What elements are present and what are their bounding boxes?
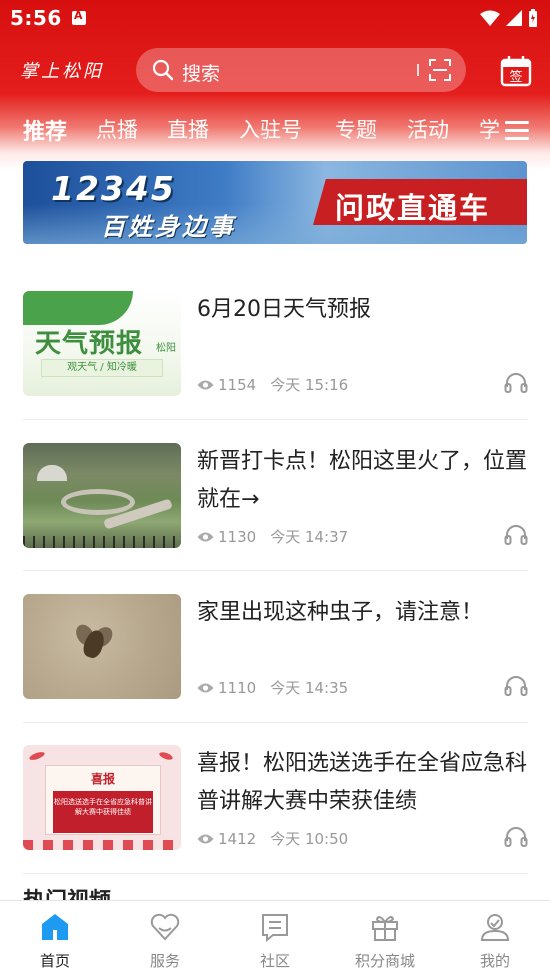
news-title: 喜报！松阳选送选手在全省应急科普讲解大赛中荣获佳绩 (197, 751, 528, 814)
news-thumbnail: 天气预报 松阳 观天气 / 知冷暖 (23, 291, 181, 396)
channel-tabs: 推荐 点播 直播 入驻号 专题 活动 学 (0, 114, 550, 150)
leaf-graphic (23, 291, 133, 325)
signal-icon (506, 10, 522, 26)
tab-live[interactable]: 直播 (167, 114, 209, 144)
banner-number: 12345 (51, 169, 176, 208)
list-divider (23, 722, 528, 723)
nav-community[interactable]: 社区 (220, 901, 330, 979)
tent-graphic (37, 465, 67, 481)
news-views: 1154 (218, 375, 257, 394)
sign-in-calendar-button[interactable]: 签 (500, 55, 532, 87)
news-title: 6月20日天气预报 (197, 297, 371, 322)
wifi-icon (480, 10, 500, 26)
thumb-award-body: 松阳选送选手在全省应急科普讲解大赛中获得佳绩 (53, 791, 153, 833)
news-time: 今天 10:50 (270, 830, 349, 848)
news-item[interactable]: 天气预报 松阳 观天气 / 知冷暖 6月20日天气预报 1154 今天 15:1… (23, 291, 528, 396)
news-meta: 1154 今天 15:16 (197, 374, 348, 395)
tab-events[interactable]: 活动 (407, 114, 449, 144)
news-meta: 1412 今天 10:50 (197, 828, 348, 849)
swallow-graphic (158, 750, 174, 762)
headphones-icon[interactable] (504, 825, 528, 847)
news-views: 1130 (218, 527, 257, 546)
news-thumbnail (23, 594, 181, 699)
battery-icon (529, 9, 537, 27)
heart-icon (150, 913, 180, 941)
sign-label: 签 (509, 69, 522, 85)
fence-graphic (23, 536, 181, 548)
banner-label: 问政直通车 (335, 191, 491, 225)
thumb-weather-tagline: 观天气 / 知冷暖 (41, 359, 163, 377)
thumb-weather-title: 天气预报 (35, 329, 144, 359)
tab-recommend[interactable]: 推荐 (23, 114, 67, 146)
news-item[interactable]: 新晋打卡点！松阳这里火了，位置就在→ 1130 今天 14:37 (23, 443, 528, 548)
news-thumbnail: 喜报 松阳选送选手在全省应急科普讲解大赛中获得佳绩 (23, 745, 181, 850)
bottom-nav: 首页 服务 社区 积分商城 我的 (0, 900, 550, 979)
news-title: 家里出现这种虫子，请注意！ (197, 600, 484, 625)
status-time: 5:56 (10, 6, 62, 30)
promo-banner[interactable]: 12345 百姓身边事 问政直通车 (23, 161, 527, 244)
news-views: 1110 (218, 678, 257, 697)
eye-icon (197, 532, 214, 541)
headphones-icon[interactable] (504, 674, 528, 696)
tab-vod[interactable]: 点播 (96, 114, 138, 144)
news-time: 今天 14:37 (270, 528, 349, 546)
search-input[interactable]: 搜索 (136, 48, 466, 92)
news-time: 今天 14:35 (270, 679, 349, 697)
tab-study[interactable]: 学 (479, 114, 500, 144)
thumb-award-head: 喜报 (90, 772, 115, 786)
calendar-icon: 签 (500, 56, 532, 87)
nav-profile[interactable]: 我的 (440, 901, 550, 979)
nav-label: 服务 (149, 952, 180, 970)
news-meta: 1130 今天 14:37 (197, 526, 348, 547)
news-item[interactable]: 家里出现这种虫子，请注意！ 1110 今天 14:35 (23, 594, 528, 699)
eye-icon (197, 683, 214, 692)
news-views: 1412 (218, 829, 257, 848)
news-time: 今天 15:16 (270, 376, 349, 394)
search-icon (152, 59, 174, 81)
nav-points-mall[interactable]: 积分商城 (330, 901, 440, 979)
channel-menu-icon[interactable] (505, 121, 529, 141)
news-meta: 1110 今天 14:35 (197, 677, 348, 698)
user-icon (480, 914, 510, 941)
news-thumbnail (23, 443, 181, 548)
ring-path-graphic (61, 489, 135, 515)
chat-icon (262, 914, 288, 943)
banner-subtitle: 百姓身边事 (101, 213, 236, 241)
status-bar: 5:56 (0, 0, 550, 38)
headphones-icon[interactable] (504, 371, 528, 393)
app-logo: 掌上松阳 (20, 61, 104, 82)
eye-icon (197, 380, 214, 389)
news-item[interactable]: 喜报 松阳选送选手在全省应急科普讲解大赛中获得佳绩 喜报！松阳选送选手在全省应急… (23, 745, 528, 850)
nav-label: 积分商城 (354, 952, 415, 970)
headphones-icon[interactable] (504, 523, 528, 545)
home-icon (42, 914, 68, 940)
list-divider (23, 570, 528, 571)
tab-topics[interactable]: 专题 (335, 114, 377, 144)
nav-home[interactable]: 首页 (0, 901, 110, 979)
news-title: 新晋打卡点！松阳这里火了，位置就在→ (197, 449, 528, 512)
search-divider (417, 64, 419, 76)
search-placeholder: 搜索 (182, 63, 221, 85)
nav-label: 首页 (39, 952, 70, 970)
tab-accounts[interactable]: 入驻号 (239, 114, 302, 144)
status-indicators (480, 9, 538, 27)
thumb-weather-place: 松阳 (156, 343, 176, 354)
list-divider (23, 419, 528, 420)
eye-icon (197, 834, 214, 843)
nav-label: 社区 (259, 952, 290, 970)
nav-services[interactable]: 服务 (110, 901, 220, 979)
swallow-graphic (28, 750, 46, 762)
gift-icon (372, 916, 398, 941)
scan-icon[interactable] (428, 58, 452, 82)
list-divider (23, 873, 528, 874)
ribbon-graphic (23, 840, 181, 850)
notification-app-icon (72, 9, 86, 25)
nav-label: 我的 (479, 952, 510, 970)
